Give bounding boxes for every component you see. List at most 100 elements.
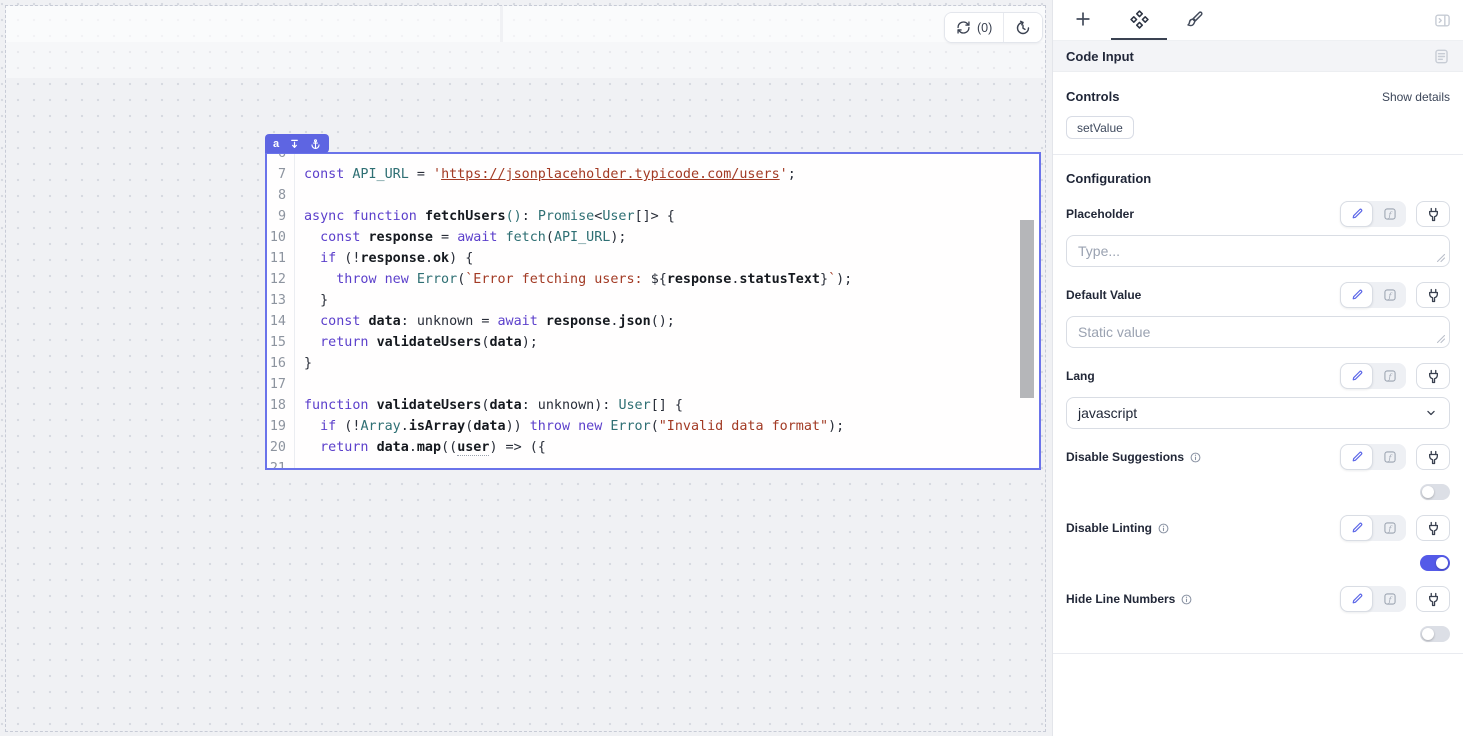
- fx-mode-button[interactable]: f: [1373, 363, 1406, 389]
- code-input-widget[interactable]: a 67const API_URL = 'https://jsonplaceho…: [265, 152, 1041, 470]
- component-title: Code Input: [1066, 49, 1134, 64]
- editor-scrollbar-thumb[interactable]: [1020, 220, 1034, 398]
- field-label: Default Value: [1066, 288, 1141, 302]
- config-field-disable-suggestions: Disable Suggestions f: [1066, 444, 1450, 500]
- code-text: async function fetchUsers(): Promise<Use…: [295, 206, 675, 227]
- select-value: javascript: [1078, 405, 1137, 421]
- disable-linting-toggle[interactable]: [1420, 555, 1450, 571]
- fx-mode-button[interactable]: f: [1373, 201, 1406, 227]
- hide-line-numbers-toggle[interactable]: [1420, 626, 1450, 642]
- line-number: 21: [267, 458, 295, 468]
- field-textarea[interactable]: Static value: [1066, 316, 1450, 348]
- code-text: }: [295, 290, 328, 311]
- bind-data-button[interactable]: [1416, 444, 1450, 470]
- code-text: return validateUsers(data);: [295, 332, 538, 353]
- refresh-queries-button[interactable]: (0): [945, 13, 1003, 42]
- app-window: (0) a 67const A: [0, 0, 1463, 736]
- code-line: 18function validateUsers(data: unknown):…: [267, 395, 1039, 416]
- fx-mode-button[interactable]: f: [1373, 282, 1406, 308]
- pencil-icon: [1350, 207, 1364, 221]
- line-number: 19: [267, 416, 295, 437]
- field-textarea[interactable]: Type...: [1066, 235, 1450, 267]
- mode-segment: f: [1340, 282, 1406, 308]
- fx-mode-button[interactable]: f: [1373, 515, 1406, 541]
- bind-data-button[interactable]: [1416, 201, 1450, 227]
- fx-icon: f: [1383, 450, 1397, 464]
- component-docs-icon[interactable]: [1433, 48, 1450, 65]
- pencil-icon: [1350, 521, 1364, 535]
- fx-mode-button[interactable]: f: [1373, 586, 1406, 612]
- plug-icon: [1426, 369, 1441, 384]
- inspector-content: Controls Show details setValue Configura…: [1053, 72, 1463, 736]
- line-number: 20: [267, 437, 295, 458]
- inspector-panel: Code Input Controls Show details setValu…: [1052, 0, 1463, 736]
- value-mode-controls: f: [1340, 586, 1450, 612]
- config-field-disable-linting: Disable Linting f: [1066, 515, 1450, 571]
- tab-add-components[interactable]: [1055, 0, 1111, 40]
- code-editor[interactable]: 67const API_URL = 'https://jsonplacehold…: [267, 154, 1039, 468]
- static-mode-button[interactable]: [1340, 586, 1373, 612]
- line-number: 17: [267, 374, 295, 395]
- collapse-panel-icon[interactable]: [1434, 12, 1451, 29]
- fx-icon: f: [1383, 207, 1397, 221]
- show-details-link[interactable]: Show details: [1382, 90, 1450, 104]
- arrow-down-from-bar-icon[interactable]: [289, 138, 300, 150]
- brush-icon: [1186, 10, 1204, 28]
- field-label: Disable Linting: [1066, 521, 1152, 535]
- code-text: [295, 374, 304, 395]
- bind-data-button[interactable]: [1416, 282, 1450, 308]
- code-line: 10 const response = await fetch(API_URL)…: [267, 227, 1039, 248]
- static-mode-button[interactable]: [1340, 444, 1373, 470]
- line-number: 7: [267, 164, 295, 185]
- line-number: 9: [267, 206, 295, 227]
- component-header: Code Input: [1053, 41, 1463, 72]
- fx-icon: f: [1383, 521, 1397, 535]
- field-select[interactable]: javascript: [1066, 397, 1450, 429]
- widget-chip[interactable]: a: [265, 134, 329, 153]
- bind-data-button[interactable]: [1416, 515, 1450, 541]
- code-text: return data.map((user) => ({: [295, 437, 546, 458]
- toggle-knob: [1436, 557, 1448, 569]
- section-divider: [1053, 154, 1463, 155]
- line-number: 18: [267, 395, 295, 416]
- static-mode-button[interactable]: [1340, 515, 1373, 541]
- resize-handle-icon[interactable]: [1436, 334, 1446, 344]
- pencil-icon: [1350, 288, 1364, 302]
- disable-suggestions-toggle[interactable]: [1420, 484, 1450, 500]
- textarea-placeholder: Static value: [1078, 324, 1150, 340]
- setvalue-action-button[interactable]: setValue: [1066, 116, 1134, 139]
- code-line: 7const API_URL = 'https://jsonplaceholde…: [267, 164, 1039, 185]
- anchor-icon[interactable]: [310, 138, 321, 150]
- value-mode-controls: f: [1340, 444, 1450, 470]
- code-text: if (!response.ok) {: [295, 248, 473, 269]
- refresh-count: (0): [977, 21, 992, 35]
- bind-data-button[interactable]: [1416, 586, 1450, 612]
- refresh-icon: [956, 20, 971, 35]
- field-label: Lang: [1066, 369, 1095, 383]
- plug-icon: [1426, 521, 1441, 536]
- tab-styles[interactable]: [1167, 0, 1223, 40]
- editor-canvas[interactable]: (0) a 67const A: [0, 0, 1052, 736]
- svg-text:f: f: [1387, 291, 1392, 300]
- fx-mode-button[interactable]: f: [1373, 444, 1406, 470]
- resize-handle-icon[interactable]: [1436, 253, 1446, 263]
- mode-segment: f: [1340, 444, 1406, 470]
- static-mode-button[interactable]: [1340, 363, 1373, 389]
- history-button[interactable]: [1004, 13, 1042, 42]
- code-text: throw new Error(`Error fetching users: $…: [295, 269, 852, 290]
- line-number: 14: [267, 311, 295, 332]
- static-mode-button[interactable]: [1340, 282, 1373, 308]
- bind-data-button[interactable]: [1416, 363, 1450, 389]
- code-line: 15 return validateUsers(data);: [267, 332, 1039, 353]
- code-text: [295, 185, 304, 206]
- tab-widget-inspector[interactable]: [1111, 0, 1167, 40]
- fx-icon: f: [1383, 288, 1397, 302]
- static-mode-button[interactable]: [1340, 201, 1373, 227]
- code-line: 21: [267, 458, 1039, 468]
- code-text: if (!Array.isArray(data)) throw new Erro…: [295, 416, 844, 437]
- svg-text:f: f: [1387, 595, 1392, 604]
- line-number: 15: [267, 332, 295, 353]
- line-number: 12: [267, 269, 295, 290]
- controls-section-header: Controls Show details: [1066, 89, 1450, 104]
- line-number: 10: [267, 227, 295, 248]
